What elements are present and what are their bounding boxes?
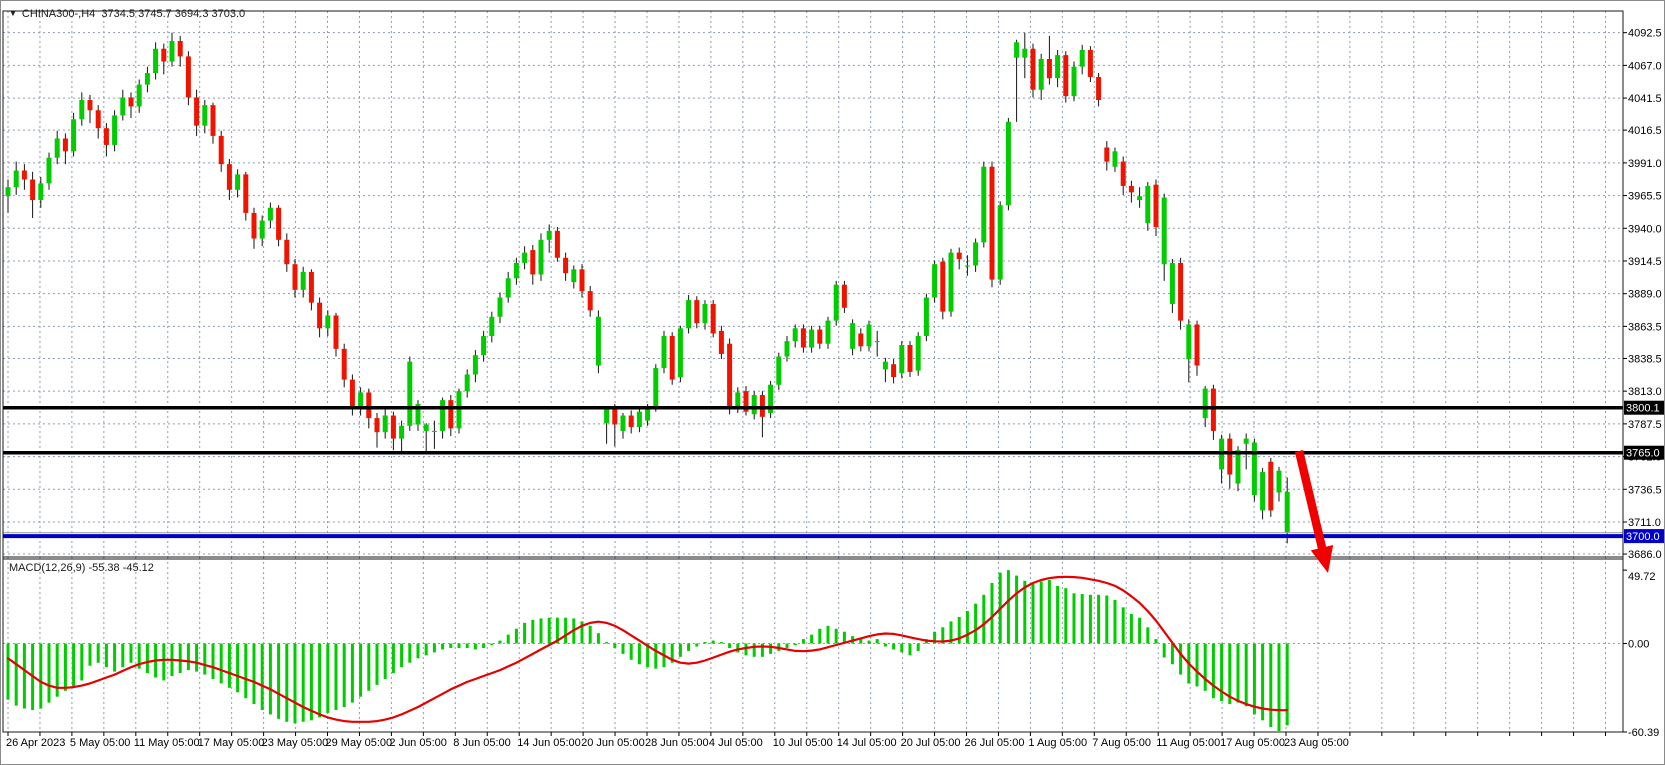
svg-text:0.00: 0.00 (1628, 639, 1649, 651)
level-price-label: 3800.1 (1626, 403, 1660, 415)
svg-text:3863.5: 3863.5 (1628, 321, 1662, 333)
date-tick-label: 11 Aug 05:00 (1156, 737, 1220, 749)
svg-text:-60.39: -60.39 (1628, 727, 1659, 739)
date-tick-label: 23 Aug 05:00 (1284, 737, 1349, 749)
level-price-label: 3700.0 (1626, 531, 1660, 543)
date-tick-label: 20 Jul 05:00 (901, 737, 961, 749)
level-price-label: 3765.0 (1626, 448, 1660, 460)
date-tick-label: 10 Jul 05:00 (773, 737, 833, 749)
svg-text:3736.5: 3736.5 (1628, 484, 1662, 496)
date-tick-label: 26 Jul 05:00 (965, 737, 1025, 749)
date-tick-label: 5 May 05:00 (70, 737, 131, 749)
svg-text:3991.0: 3991.0 (1628, 158, 1662, 170)
svg-text:3889.0: 3889.0 (1628, 289, 1662, 301)
svg-text:3838.5: 3838.5 (1628, 353, 1662, 365)
date-tick-label: 4 Jul 05:00 (709, 737, 763, 749)
date-tick-label: 17 Aug 05:00 (1220, 737, 1285, 749)
svg-text:4016.5: 4016.5 (1628, 125, 1662, 137)
svg-text:49.72: 49.72 (1628, 571, 1656, 583)
trading-chart-window: 4092.5 4067.0 4041.5 4016.5 3991.0 3965.5 3940… (0, 0, 1665, 765)
date-tick-label: 29 May 05:00 (326, 737, 393, 749)
svg-text:3686.0: 3686.0 (1628, 549, 1662, 561)
svg-text:3711.0: 3711.0 (1628, 517, 1661, 529)
macd-indicator-label: MACD(12,26,9) -55.38 -45.12 (9, 562, 154, 574)
date-tick-label: 11 May 05:00 (134, 737, 200, 749)
date-tick-label: 2 Jun 05:00 (389, 737, 447, 749)
date-tick-label: 8 Jun 05:00 (453, 737, 511, 749)
svg-text:4067.0: 4067.0 (1628, 60, 1662, 72)
svg-text:3914.5: 3914.5 (1628, 256, 1662, 268)
symbol-ohlc-label: ▼ CHINA300-,H4 3734.5 3745.7 3694.3 3703.… (9, 8, 245, 20)
ohlc-values-text: 3734.5 3745.7 3694.3 3703.0 (101, 8, 245, 20)
chevron-down-icon[interactable]: ▼ (9, 9, 17, 18)
date-tick-label: 1 Aug 05:00 (1028, 737, 1087, 749)
date-tick-label: 23 May 05:00 (262, 737, 329, 749)
svg-text:3813.0: 3813.0 (1628, 386, 1662, 398)
svg-text:3965.5: 3965.5 (1628, 191, 1662, 203)
date-tick-label: 14 Jul 05:00 (837, 737, 897, 749)
svg-text:4092.5: 4092.5 (1628, 28, 1662, 40)
date-tick-label: 14 Jun 05:00 (517, 737, 581, 749)
date-tick-label: 20 Jun 05:00 (581, 737, 645, 749)
svg-text:3940.0: 3940.0 (1628, 223, 1662, 235)
svg-text:4041.5: 4041.5 (1628, 93, 1662, 105)
date-tick-label: 17 May 05:00 (198, 737, 265, 749)
chart-canvas[interactable]: 4092.5 4067.0 4041.5 4016.5 3991.0 3965.5 3940… (1, 1, 1665, 765)
macd-values-text: MACD(12,26,9) -55.38 -45.12 (9, 562, 154, 574)
date-tick-label: 7 Aug 05:00 (1092, 737, 1151, 749)
date-tick-label: 28 Jun 05:00 (645, 737, 709, 749)
svg-text:3787.5: 3787.5 (1628, 419, 1662, 431)
symbol-period-text: CHINA300-,H4 (22, 8, 95, 20)
date-tick-label: 26 Apr 2023 (6, 737, 65, 749)
